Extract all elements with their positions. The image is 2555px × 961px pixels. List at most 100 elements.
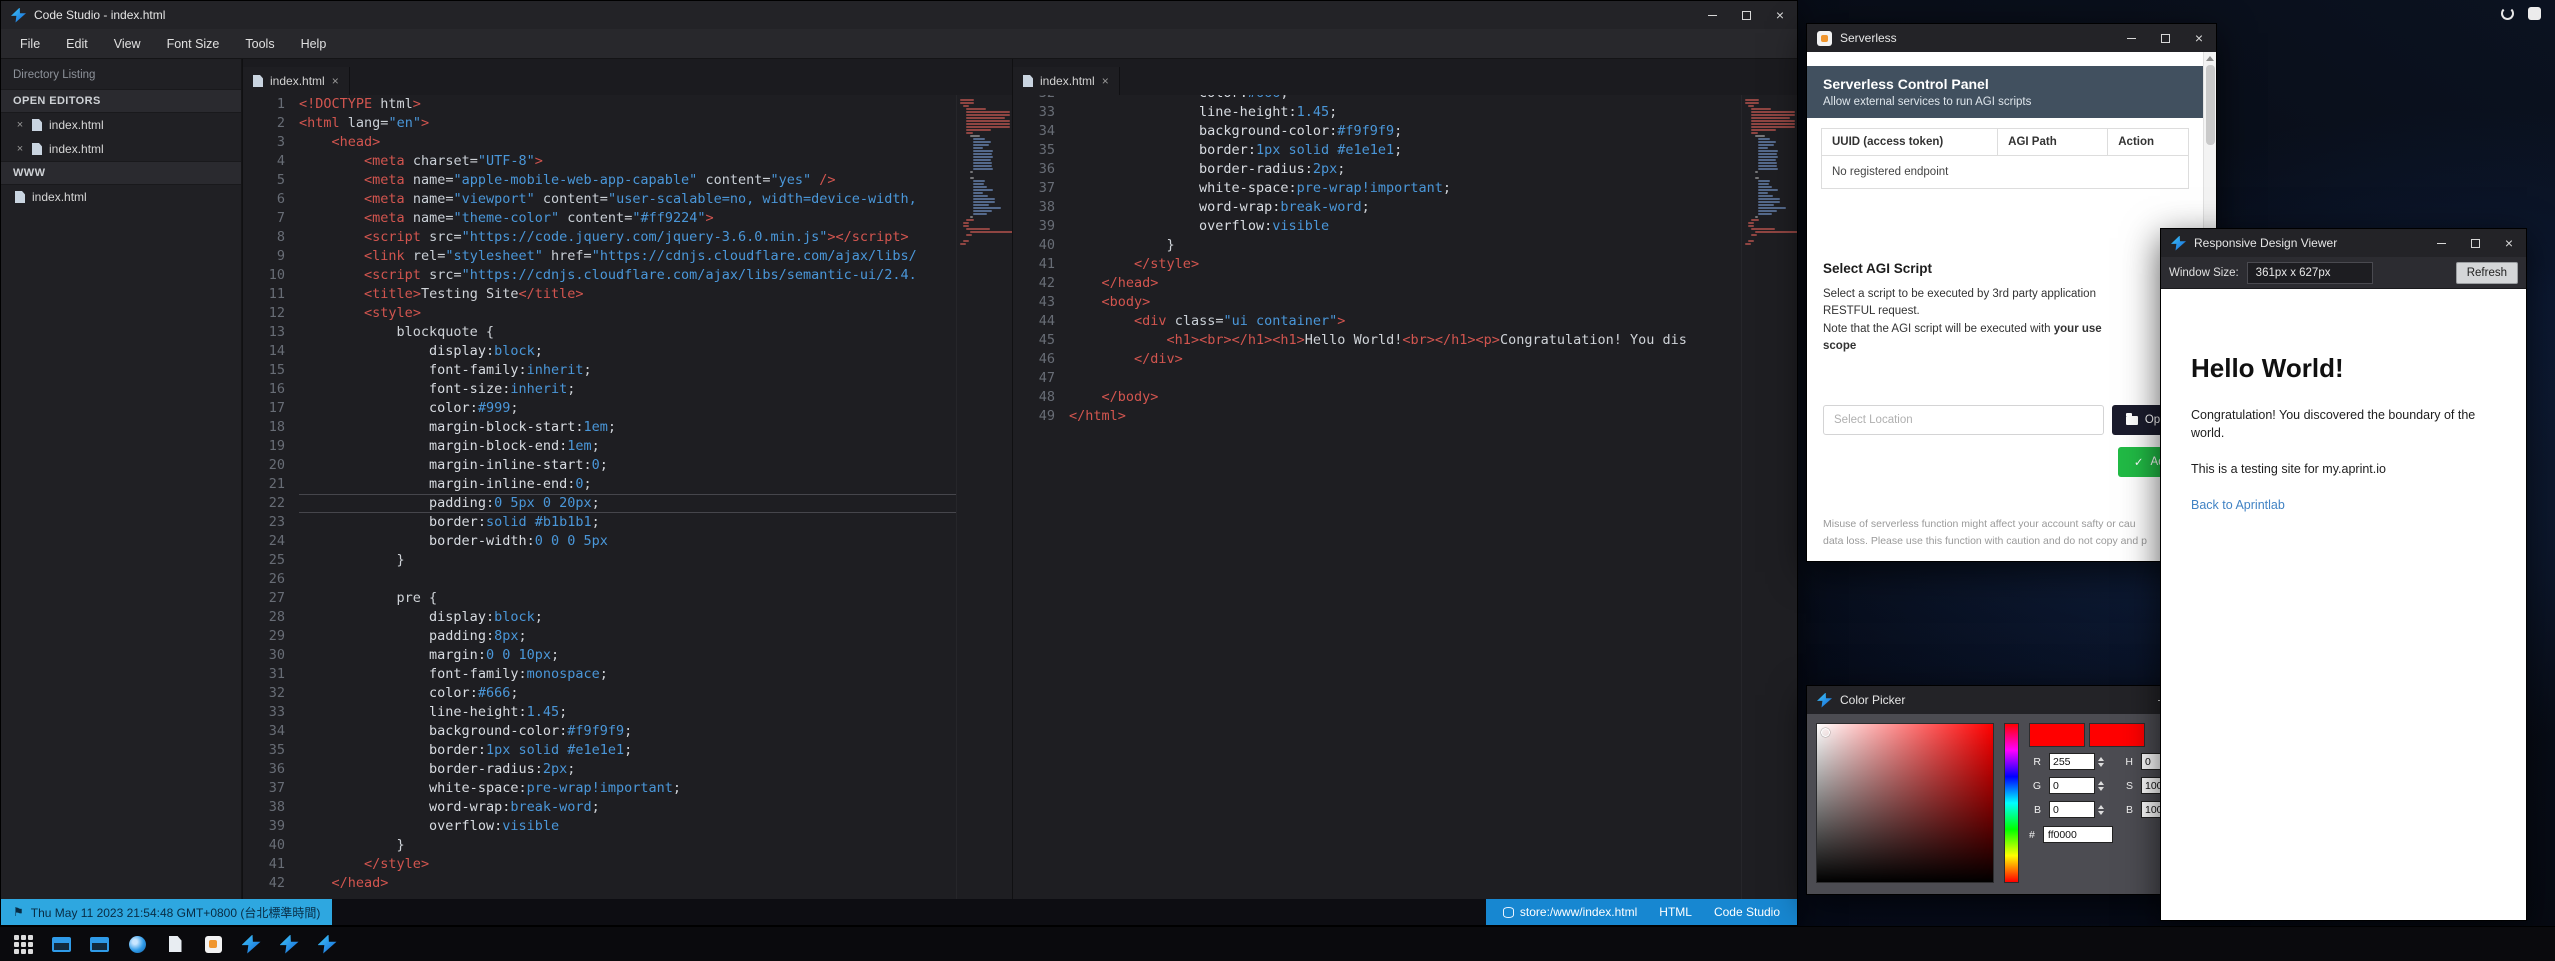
taskbar-app-window-1[interactable] <box>46 929 76 959</box>
code-line-36[interactable]: border-radius:2px; <box>1069 160 1741 179</box>
menu-item-view[interactable]: View <box>101 29 154 59</box>
code-line-28[interactable]: display:block; <box>299 608 956 627</box>
close-button[interactable]: × <box>1763 1 1797 29</box>
code-line-2[interactable]: <html lang="en"> <box>299 114 956 133</box>
code-line-27[interactable]: pre { <box>299 589 956 608</box>
close-button[interactable]: × <box>2492 229 2526 257</box>
code-line-8[interactable]: <script src="https://code.jquery.com/jqu… <box>299 228 956 247</box>
open-editor-item[interactable]: ×index.html <box>1 137 241 161</box>
taskbar-app-files[interactable] <box>160 929 190 959</box>
close-button[interactable]: × <box>2182 24 2216 52</box>
code-line-42[interactable]: </head> <box>299 874 956 893</box>
tab-index-html[interactable]: index.html × <box>243 67 350 95</box>
script-location-input[interactable] <box>1823 405 2104 435</box>
stepper-icon[interactable] <box>2098 781 2104 791</box>
minimap[interactable] <box>1741 95 1797 899</box>
minimap[interactable] <box>956 95 1012 899</box>
refresh-button[interactable]: Refresh <box>2456 262 2518 284</box>
window-size-value[interactable]: 361px x 627px <box>2247 262 2373 284</box>
code-line-10[interactable]: <script src="https://cdnjs.cloudflare.co… <box>299 266 956 285</box>
taskbar-app-codestudio-2[interactable] <box>274 929 304 959</box>
tab-close-icon[interactable]: × <box>1102 74 1109 88</box>
status-app-name[interactable]: Code Studio <box>1703 905 1791 919</box>
tree-file-item[interactable]: index.html <box>1 185 241 209</box>
scrollbar-thumb[interactable] <box>2206 65 2215 145</box>
code-line-33[interactable]: line-height:1.45; <box>299 703 956 722</box>
code-line-47[interactable] <box>1069 369 1741 388</box>
code-editor[interactable]: color:#666; line-height:1.45; background… <box>1069 95 1741 426</box>
code-line-13[interactable]: blockquote { <box>299 323 956 342</box>
menu-item-file[interactable]: File <box>7 29 53 59</box>
maximize-button[interactable] <box>2148 24 2182 52</box>
code-line-19[interactable]: margin-block-end:1em; <box>299 437 956 456</box>
code-editor[interactable]: <!DOCTYPE html><html lang="en"> <head> <… <box>299 95 956 893</box>
code-line-45[interactable]: <h1><br></h1><h1>Hello World!<br></h1><p… <box>1069 331 1741 350</box>
saturation-value-field[interactable] <box>1816 723 1994 883</box>
taskbar-app-codestudio-3[interactable] <box>312 929 342 959</box>
menu-item-help[interactable]: Help <box>288 29 340 59</box>
code-line-9[interactable]: <link rel="stylesheet" href="https://cdn… <box>299 247 956 266</box>
code-line-32[interactable]: color:#666; <box>1069 95 1741 103</box>
code-line-1[interactable]: <!DOCTYPE html> <box>299 95 956 114</box>
code-line-39[interactable]: overflow:visible <box>299 817 956 836</box>
section-header-www[interactable]: WWW <box>1 161 241 185</box>
status-clock[interactable]: ⚑ Thu May 11 2023 21:54:48 GMT+0800 (台北標… <box>1 899 332 925</box>
picker-titlebar[interactable]: Color Picker × <box>1807 686 2213 714</box>
code-line-18[interactable]: margin-block-start:1em; <box>299 418 956 437</box>
serverless-titlebar[interactable]: Serverless × <box>1807 24 2216 52</box>
previous-color-swatch[interactable] <box>2089 723 2145 747</box>
code-line-11[interactable]: <title>Testing Site</title> <box>299 285 956 304</box>
scroll-up-icon[interactable] <box>2206 56 2214 61</box>
close-editor-icon[interactable]: × <box>15 119 25 131</box>
stepper-icon[interactable] <box>2098 805 2104 815</box>
back-link[interactable]: Back to Aprintlab <box>2191 498 2285 512</box>
code-line-39[interactable]: overflow:visible <box>1069 217 1741 236</box>
close-editor-icon[interactable]: × <box>15 143 25 155</box>
code-line-38[interactable]: word-wrap:break-word; <box>299 798 956 817</box>
code-line-40[interactable]: } <box>299 836 956 855</box>
code-line-29[interactable]: padding:8px; <box>299 627 956 646</box>
menu-item-font-size[interactable]: Font Size <box>154 29 233 59</box>
minimize-button[interactable] <box>2114 24 2148 52</box>
taskbar-app-serverless[interactable] <box>198 929 228 959</box>
code-line-34[interactable]: background-color:#f9f9f9; <box>299 722 956 741</box>
status-language-mode[interactable]: HTML <box>1648 905 1703 919</box>
code-line-16[interactable]: font-size:inherit; <box>299 380 956 399</box>
taskbar-app-browser[interactable] <box>122 929 152 959</box>
minimize-button[interactable] <box>2424 229 2458 257</box>
minimize-button[interactable] <box>1695 1 1729 29</box>
picker-cursor[interactable] <box>1821 728 1830 737</box>
code-line-37[interactable]: white-space:pre-wrap!important; <box>1069 179 1741 198</box>
menu-item-tools[interactable]: Tools <box>232 29 287 59</box>
input-rgb-b[interactable]: 0 <box>2049 801 2111 818</box>
main-titlebar[interactable]: Code Studio - index.html × <box>1 1 1797 29</box>
code-line-41[interactable]: </style> <box>1069 255 1741 274</box>
app-launcher-icon[interactable] <box>8 929 38 959</box>
restore-button[interactable] <box>1729 1 1763 29</box>
viewer-titlebar[interactable]: Responsive Design Viewer × <box>2161 229 2526 257</box>
code-line-23[interactable]: border:solid #b1b1b1; <box>299 513 956 532</box>
code-line-35[interactable]: border:1px solid #e1e1e1; <box>1069 141 1741 160</box>
code-line-49[interactable]: </html> <box>1069 407 1741 426</box>
code-line-15[interactable]: font-family:inherit; <box>299 361 956 380</box>
code-line-46[interactable]: </div> <box>1069 350 1741 369</box>
hex-input[interactable]: ff0000 <box>2043 826 2113 843</box>
code-line-4[interactable]: <meta charset="UTF-8"> <box>299 152 956 171</box>
code-line-34[interactable]: background-color:#f9f9f9; <box>1069 122 1741 141</box>
section-header-open-editors[interactable]: OPEN EDITORS <box>1 89 241 113</box>
maximize-button[interactable] <box>2458 229 2492 257</box>
refresh-tray-icon[interactable] <box>2501 7 2514 20</box>
open-editor-item[interactable]: ×index.html <box>1 113 241 137</box>
code-line-33[interactable]: line-height:1.45; <box>1069 103 1741 122</box>
tab-index-html[interactable]: index.html × <box>1013 67 1120 95</box>
taskbar-app-codestudio-1[interactable] <box>236 929 266 959</box>
code-line-30[interactable]: margin:0 0 10px; <box>299 646 956 665</box>
code-line-44[interactable]: <div class="ui container"> <box>1069 312 1741 331</box>
code-line-35[interactable]: border:1px solid #e1e1e1; <box>299 741 956 760</box>
code-line-21[interactable]: margin-inline-end:0; <box>299 475 956 494</box>
code-line-20[interactable]: margin-inline-start:0; <box>299 456 956 475</box>
current-color-swatch[interactable] <box>2029 723 2085 747</box>
stepper-icon[interactable] <box>2098 757 2104 767</box>
code-line-17[interactable]: color:#999; <box>299 399 956 418</box>
input-rgb-r[interactable]: 255 <box>2049 753 2111 770</box>
